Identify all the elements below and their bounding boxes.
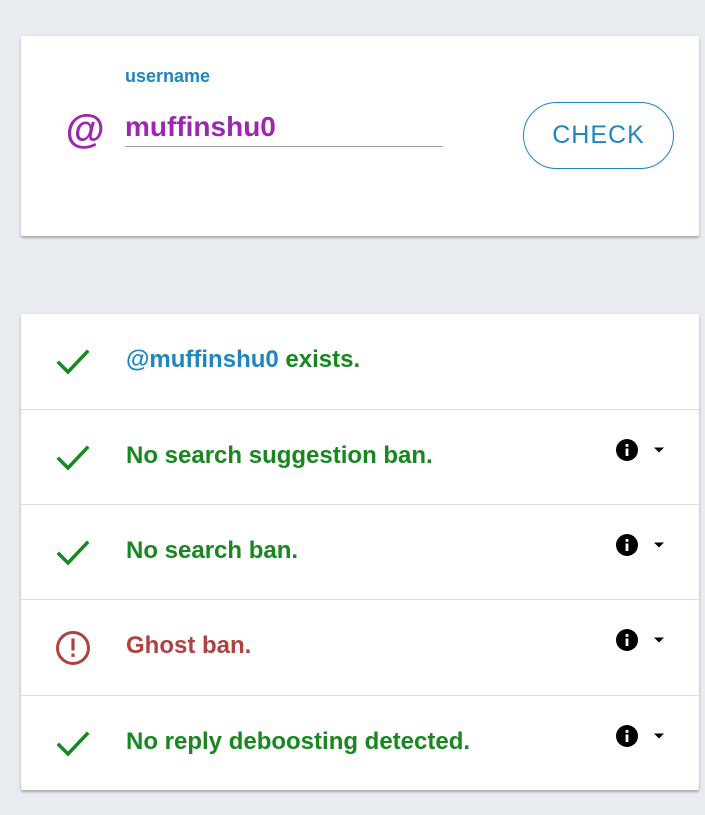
result-exists-suffix: exists.	[278, 346, 361, 373]
caret-down-icon[interactable]	[653, 636, 665, 644]
username-field-label: username	[125, 66, 211, 86]
info-icon[interactable]	[616, 725, 638, 747]
info-icon[interactable]	[616, 534, 638, 556]
check-button[interactable]: CHECK	[523, 102, 674, 169]
caret-down-icon[interactable]	[653, 732, 665, 740]
check-icon	[56, 349, 90, 375]
result-row-search-ban: No search ban.	[21, 504, 699, 599]
result-text: No reply deboosting detected.	[126, 728, 471, 755]
result-row-search-suggestion-ban: No search suggestion ban.	[21, 409, 699, 504]
result-text: No search suggestion ban.	[126, 442, 433, 469]
results-card: @muffinshu0 exists. No search suggestion…	[21, 314, 699, 790]
caret-down-icon[interactable]	[653, 541, 665, 549]
result-row-reply-deboosting: No reply deboosting detected.	[21, 695, 699, 790]
result-text: Ghost ban.	[126, 632, 252, 659]
at-sign-icon: @	[65, 108, 105, 152]
username-input[interactable]	[125, 108, 443, 147]
info-icon[interactable]	[616, 629, 638, 651]
alert-circle-icon	[56, 631, 90, 665]
username-search-card: @ username CHECK	[21, 36, 699, 236]
caret-down-icon[interactable]	[653, 446, 665, 454]
result-handle-link[interactable]: @muffinshu0	[126, 346, 279, 373]
result-row-ghost-ban: Ghost ban.	[21, 599, 699, 694]
check-icon	[56, 445, 90, 471]
result-text: No search ban.	[126, 537, 299, 564]
result-row-exists: @muffinshu0 exists.	[21, 314, 699, 409]
check-icon	[56, 731, 90, 757]
check-icon	[56, 540, 90, 566]
result-text: @muffinshu0 exists.	[126, 346, 360, 375]
info-icon[interactable]	[616, 439, 638, 461]
